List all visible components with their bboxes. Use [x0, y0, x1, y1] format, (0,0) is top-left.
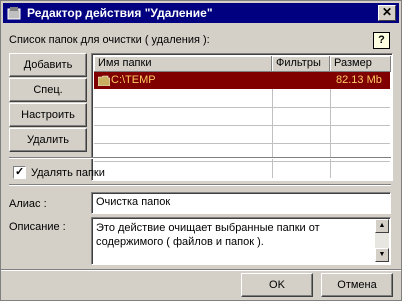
app-icon: [7, 7, 21, 20]
description-textarea[interactable]: Это действие очищает выбранные папки от …: [91, 217, 391, 265]
ok-button[interactable]: OK: [241, 273, 313, 297]
delete-button[interactable]: Удалить: [9, 128, 87, 152]
grid-line: [94, 107, 390, 108]
special-button[interactable]: Спец.: [9, 78, 87, 102]
grid-line: [94, 143, 390, 144]
scroll-down-icon[interactable]: ▼: [375, 248, 389, 262]
column-header-filters[interactable]: Фильтры: [272, 56, 330, 72]
close-icon: ✕: [382, 5, 393, 19]
window-title: Редактор действия "Удаление": [27, 6, 213, 20]
column-header-size[interactable]: Размер: [330, 56, 391, 72]
dialog-window: Редактор действия "Удаление" ✕ Список па…: [0, 0, 402, 301]
alias-value: Очистка папок: [96, 196, 171, 208]
grid-line: [94, 161, 390, 162]
folder-list-label: Список папок для очистки ( удаления ):: [9, 34, 210, 46]
delete-folders-label: Удалять папки: [31, 167, 105, 179]
grid-line: [94, 125, 390, 126]
check-icon: ✓: [15, 166, 25, 178]
folder-size-cell: 82.13 Mb: [336, 74, 382, 86]
delete-folders-checkbox[interactable]: ✓: [13, 166, 26, 179]
table-row[interactable]: C:\TEMP 82.13 Mb: [94, 72, 390, 89]
separator: [9, 184, 391, 186]
grid-line: [272, 89, 273, 178]
add-button[interactable]: Добавить: [9, 53, 87, 77]
alias-input[interactable]: Очистка папок: [91, 192, 391, 214]
title-bar: Редактор действия "Удаление" ✕: [3, 3, 399, 23]
folder-icon: [98, 75, 110, 86]
separator: [1, 269, 401, 271]
description-scrollbar[interactable]: ▲ ▼: [375, 219, 389, 262]
separator: [9, 157, 391, 159]
cancel-button[interactable]: Отмена: [321, 273, 393, 297]
column-header-name[interactable]: Имя папки: [94, 56, 272, 72]
description-value: Это действие очищает выбранные папки от …: [96, 222, 320, 248]
help-icon: ?: [378, 34, 385, 46]
help-button[interactable]: ?: [373, 32, 390, 49]
grid-line: [330, 89, 331, 178]
configure-button[interactable]: Настроить: [9, 103, 87, 127]
description-label: Описание :: [9, 221, 66, 233]
folder-name-cell: C:\TEMP: [111, 74, 156, 86]
scroll-up-icon[interactable]: ▲: [375, 219, 389, 233]
close-button[interactable]: ✕: [378, 5, 396, 21]
folder-table[interactable]: Имя папки Фильтры Размер C:\TEMP 82.13 M…: [91, 53, 393, 181]
alias-label: Алиас :: [9, 198, 47, 210]
